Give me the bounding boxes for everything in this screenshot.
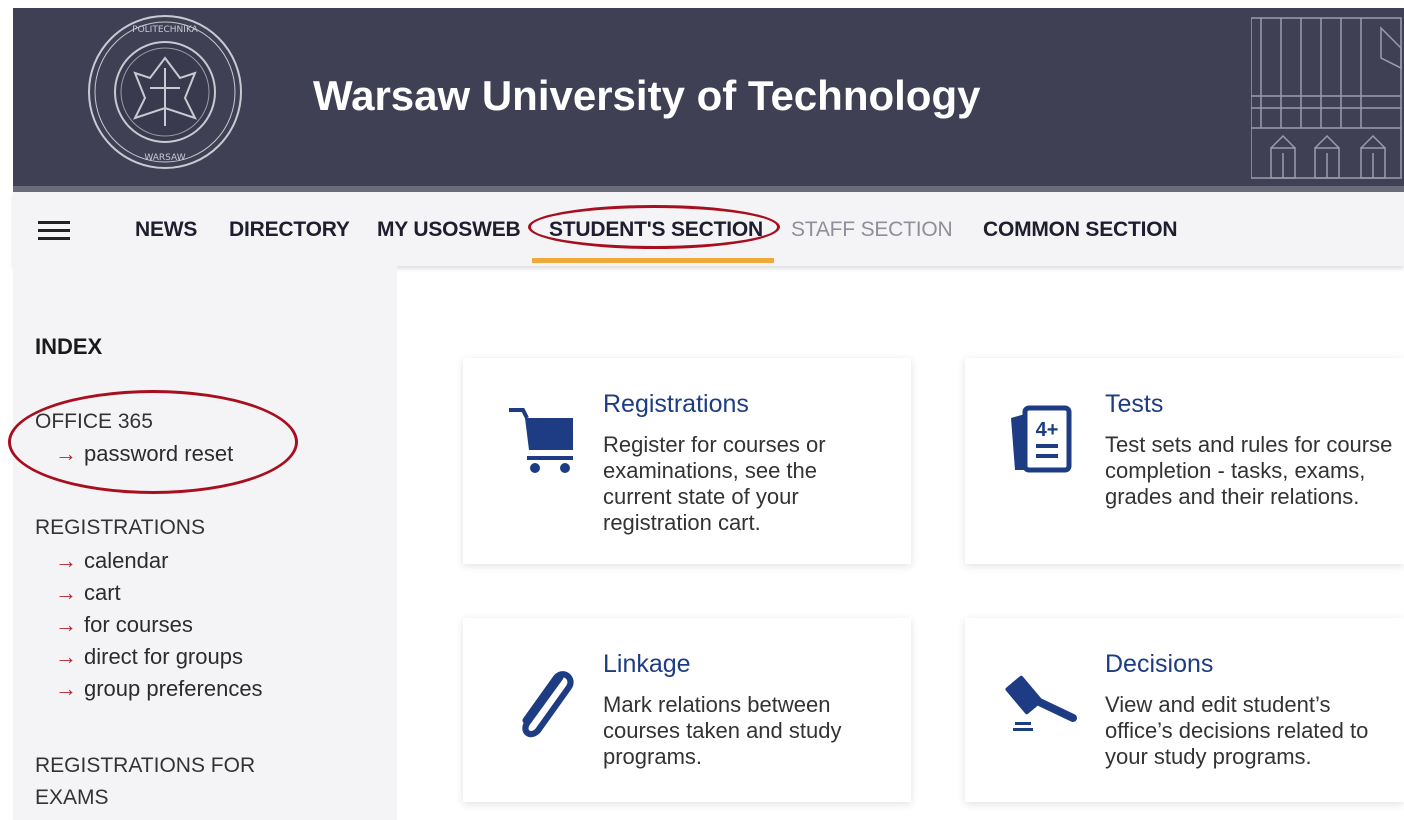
hamburger-menu-icon[interactable] [38,221,70,241]
nav-staff-section[interactable]: STAFF SECTION [791,218,953,242]
card-registrations[interactable]: Registrations Register for courses or ex… [463,358,911,564]
card-title: Decisions [1105,650,1214,678]
arrow-right-icon: → [55,548,77,573]
sidebar-section-registrations[interactable]: REGISTRATIONS [35,516,205,540]
sidebar-link-cart[interactable]: → cart [55,580,121,606]
gavel-icon [1005,675,1077,731]
main-nav: NEWS DIRECTORY MY USOSWEB STUDENT'S SECT… [13,192,1404,266]
nav-news[interactable]: NEWS [135,218,197,242]
card-description: View and edit student’s office’s decisio… [1105,692,1369,769]
arrow-right-icon: → [55,580,77,605]
sidebar-index: INDEX OFFICE 365 → password reset REGISTR… [8,266,397,820]
svg-text:WARSAW: WARSAW [144,153,185,163]
arrow-right-icon: → [55,676,77,701]
card-decisions[interactable]: Decisions View and edit student’s office… [965,618,1404,802]
svg-text:4+: 4+ [1036,419,1059,441]
annotation-oval-sidebar [8,390,298,494]
sidebar-link-direct-for-groups[interactable]: → direct for groups [55,644,243,670]
sidebar-link-calendar[interactable]: → calendar [55,548,168,574]
sidebar-title: INDEX [35,334,103,359]
card-description: Register for courses or examinations, se… [603,432,826,535]
sidebar-link-for-courses[interactable]: → for courses [55,612,193,638]
university-seal-icon: POLITECHNIKA WARSAW [88,15,242,169]
active-tab-indicator [532,258,774,263]
test-sheet-icon: 4+ [1011,405,1072,473]
arrow-right-icon: → [55,644,77,669]
paperclip-icon [522,671,574,738]
annotation-oval-nav [528,205,780,249]
arrow-right-icon: → [55,612,77,637]
card-title: Tests [1105,390,1164,418]
nav-my-usosweb[interactable]: MY USOSWEB [377,218,521,242]
nav-common-section[interactable]: COMMON SECTION [983,218,1178,242]
sidebar-link-group-preferences[interactable]: → group preferences [55,676,263,702]
nav-directory[interactable]: DIRECTORY [229,218,350,242]
building-illustration-icon [1251,17,1402,179]
card-title: Linkage [603,650,691,678]
shopping-cart-icon [509,408,573,473]
site-header: POLITECHNIKA WARSAW Warsaw University of… [13,8,1404,186]
card-title: Registrations [603,390,749,418]
card-linkage[interactable]: Linkage Mark relations between courses t… [463,618,911,802]
sidebar-section-registrations-for-exams-line2[interactable]: EXAMS [35,786,109,810]
sidebar-section-registrations-for-exams[interactable]: REGISTRATIONS FOR [35,754,255,778]
card-description: Mark relations between courses taken and… [603,692,842,769]
card-description: Test sets and rules for course completio… [1105,432,1393,509]
svg-text:POLITECHNIKA: POLITECHNIKA [132,25,199,35]
site-title: Warsaw University of Technology [313,72,981,119]
card-tests[interactable]: 4+ Tests Test sets and rules for course … [965,358,1404,564]
